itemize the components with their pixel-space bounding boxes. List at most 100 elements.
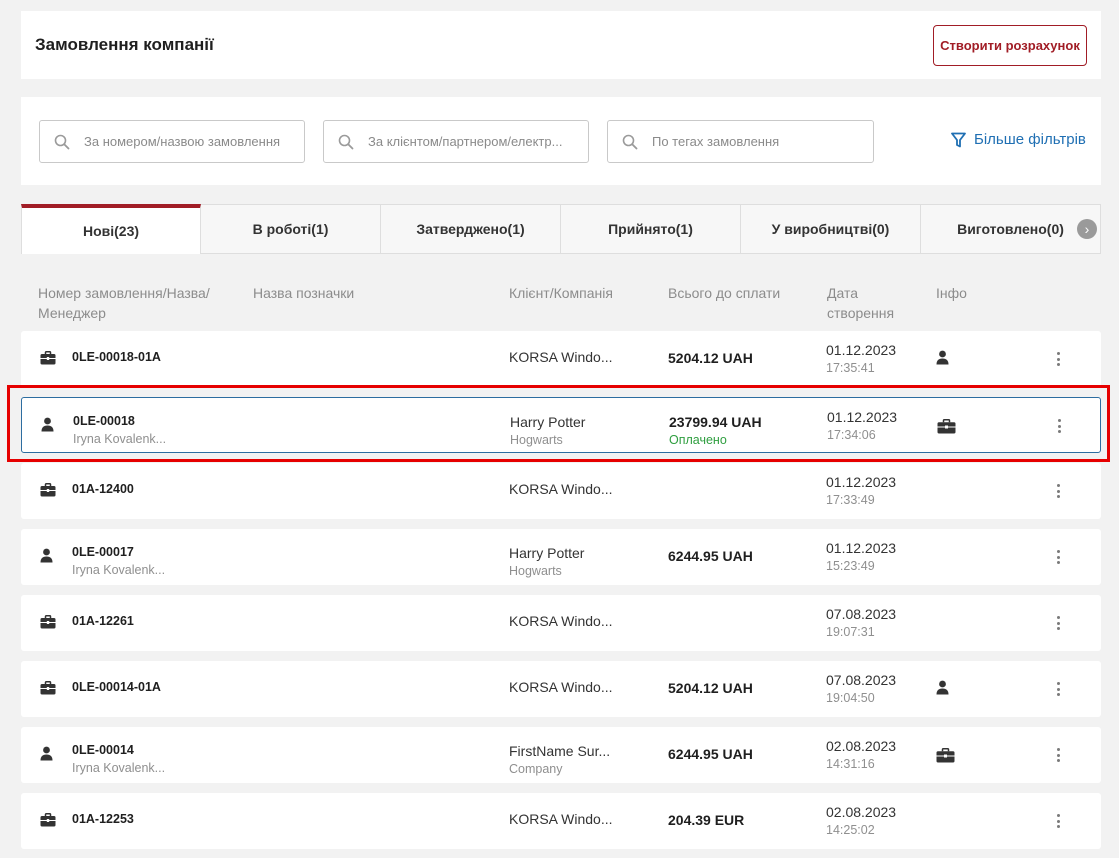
tab-in-progress[interactable]: В роботі(1) [201,204,381,254]
column-header-date: Дата створення [827,285,895,321]
search-icon [54,134,70,149]
column-header-client: Клієнт/Компанія [509,285,613,301]
order-total: 6244.95 UAH [668,746,753,762]
briefcase-icon [40,813,56,832]
order-company: Hogwarts [510,433,563,447]
order-number[interactable]: 0LE-00018-01A [72,350,161,364]
row-menu-icon[interactable] [1052,416,1066,436]
order-date: 07.08.2023 [826,672,897,688]
info-briefcase-icon [937,419,956,439]
briefcase-icon [40,483,56,502]
payment-status: Оплачено [669,433,727,447]
order-time: 15:23:49 [826,559,875,573]
order-date: 01.12.2023 [826,474,897,490]
order-number[interactable]: 01A-12261 [72,614,134,628]
order-date: 01.12.2023 [826,540,897,556]
order-date: 07.08.2023 [826,606,897,622]
order-date: 01.12.2023 [826,342,897,358]
column-header-info: Інфо [936,285,967,301]
row-menu-icon[interactable] [1051,547,1065,567]
order-row[interactable]: 0LE-00014 Iryna Kovalenk... FirstName Sur.… [21,727,1101,783]
column-header-number: Номер замовлення/Назва/ Менеджер [38,285,210,321]
page-header: Замовлення компанії Створити розрахунок [21,11,1101,79]
tab-manufactured[interactable]: Виготовлено(0) [921,204,1101,254]
order-total: 5204.12 UAH [668,680,753,696]
create-calculation-button[interactable]: Створити розрахунок [933,25,1087,66]
search-icon [622,134,638,149]
person-icon [40,548,53,568]
client-search-field[interactable] [323,120,589,163]
order-search-field[interactable] [39,120,305,163]
row-menu-icon[interactable] [1051,811,1065,831]
more-filters-label: Більше фільтрів [974,131,1086,148]
info-person-icon [936,680,949,700]
order-row[interactable]: 0LE-00018-01A KORSA Windo... 5204.12 UAH 01… [21,331,1101,387]
order-time: 19:04:50 [826,691,875,705]
order-manager: Iryna Kovalenk... [72,563,166,577]
row-menu-icon[interactable] [1051,349,1065,369]
more-filters-link[interactable]: Більше фільтрів [951,131,1086,148]
client-search-input[interactable] [368,134,588,149]
status-tabs: Нові(23) В роботі(1) Затверджено(1) Прий… [21,204,1101,254]
briefcase-icon [40,681,56,700]
order-client: KORSA Windo... [509,811,613,827]
order-row[interactable]: 01A-12261 KORSA Windo... 07.08.2023 19:07:3… [21,595,1101,651]
filter-bar: Більше фільтрів [21,97,1101,185]
order-number[interactable]: 01A-12253 [72,812,134,826]
order-total: 204.39 EUR [668,812,745,828]
briefcase-icon [40,351,56,370]
order-number[interactable]: 0LE-00018 [73,414,135,428]
order-date: 02.08.2023 [826,804,897,820]
column-header-total: Всього до сплати [668,285,781,301]
order-row[interactable]: 01A-12400 KORSA Windo... 01.12.2023 17:33:4… [21,463,1101,519]
order-time: 19:07:31 [826,625,875,639]
search-icon [338,134,354,149]
order-client: KORSA Windo... [509,481,613,497]
order-date: 02.08.2023 [826,738,897,754]
tags-search-input[interactable] [652,134,873,149]
tab-in-production[interactable]: У виробництві(0) [741,204,921,254]
order-row[interactable]: 0LE-00017 Iryna Kovalenk... Harry Potter Ho… [21,529,1101,585]
order-number[interactable]: 0LE-00014 [72,743,134,757]
order-row[interactable]: 0LE-00018 Iryna Kovalenk... Harry Potter Ho… [21,397,1101,453]
info-briefcase-icon [936,748,955,768]
order-time: 17:33:49 [826,493,875,507]
order-client: Harry Potter [509,545,585,561]
row-menu-icon[interactable] [1051,481,1065,501]
tab-accepted[interactable]: Прийнято(1) [561,204,741,254]
order-client: FirstName Sur... [509,743,611,759]
row-menu-icon[interactable] [1051,745,1065,765]
order-number[interactable]: 0LE-00014-01A [72,680,161,694]
row-menu-icon[interactable] [1051,613,1065,633]
order-company: Company [509,762,563,776]
order-total: 6244.95 UAH [668,548,753,564]
order-time: 14:25:02 [826,823,875,837]
briefcase-icon [40,615,56,634]
filter-icon [951,132,966,147]
order-client: Harry Potter [510,414,586,430]
tags-search-field[interactable] [607,120,874,163]
order-row[interactable]: 01A-12253 KORSA Windo... 204.39 EUR 02.08.2… [21,793,1101,849]
order-manager: Iryna Kovalenk... [73,432,167,446]
tabs-next-arrow-icon[interactable]: › [1077,219,1097,239]
order-company: Hogwarts [509,564,562,578]
order-number[interactable]: 01A-12400 [72,482,134,496]
person-icon [41,417,54,437]
order-time: 14:31:16 [826,757,875,771]
tab-approved[interactable]: Затверджено(1) [381,204,561,254]
order-row[interactable]: 0LE-00014-01A KORSA Windo... 5204.12 UAH 07… [21,661,1101,717]
order-date: 01.12.2023 [827,409,898,425]
column-header-mark: Назва позначки [253,285,355,301]
info-person-icon [936,350,949,370]
page-title: Замовлення компанії [35,35,214,54]
order-manager: Iryna Kovalenk... [72,761,166,775]
order-time: 17:35:41 [826,361,875,375]
order-client: KORSA Windo... [509,349,613,365]
order-number[interactable]: 0LE-00017 [72,545,134,559]
tab-new[interactable]: Нові(23) [21,204,201,254]
order-client: KORSA Windo... [509,679,613,695]
order-client: KORSA Windo... [509,613,613,629]
row-menu-icon[interactable] [1051,679,1065,699]
order-total: 23799.94 UAH [669,414,762,430]
order-search-input[interactable] [84,134,304,149]
